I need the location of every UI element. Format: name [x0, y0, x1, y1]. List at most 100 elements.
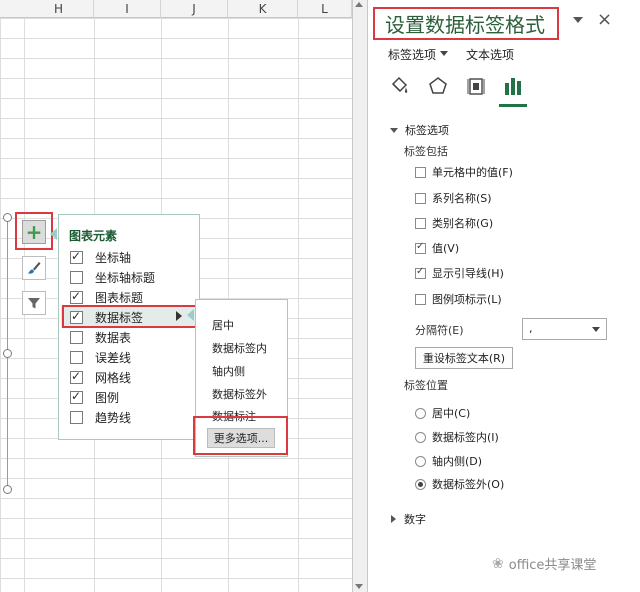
element-axis-titles[interactable]: 坐标轴标题 [70, 267, 155, 287]
radio-button[interactable] [415, 455, 426, 467]
checkbox[interactable] [70, 410, 83, 424]
checkbox[interactable] [415, 166, 426, 178]
radio-button[interactable] [415, 407, 426, 419]
checkbox[interactable] [70, 389, 83, 404]
submenu-item-outside-end[interactable]: 数据标签外 [212, 386, 267, 402]
element-legend[interactable]: 图例 [70, 387, 119, 407]
checkbox[interactable] [415, 192, 426, 204]
label-position-heading: 标签位置 [404, 379, 448, 392]
watermark: ❀ office共享课堂 [492, 554, 597, 574]
section-title: 数字 [404, 513, 426, 526]
element-label: 网格线 [95, 370, 132, 385]
submenu-item-inside-end[interactable]: 数据标签内 [212, 340, 267, 356]
pane-title: 设置数据标签格式 [373, 7, 559, 40]
element-label: 图表标题 [95, 290, 144, 305]
separator-value: , [529, 322, 533, 335]
submenu-item-center[interactable]: 居中 [212, 317, 234, 333]
watermark-text: office共享课堂 [508, 558, 597, 573]
size-properties-tab[interactable] [462, 72, 490, 100]
checkbox[interactable] [70, 330, 83, 344]
filter-icon [28, 298, 40, 309]
element-label: 误差线 [95, 350, 132, 365]
chevron-down-icon [390, 127, 398, 133]
submenu-item-inside-base[interactable]: 轴内侧 [212, 363, 245, 379]
checkbox[interactable] [415, 217, 426, 229]
resize-handle[interactable] [3, 349, 12, 358]
element-trendline[interactable]: 趋势线 [70, 407, 131, 427]
column-header-j[interactable]: J [161, 0, 228, 18]
checkbox[interactable] [415, 266, 426, 279]
highlight-box [193, 416, 288, 455]
checkbox[interactable] [70, 369, 83, 384]
checkbox[interactable] [415, 293, 426, 305]
check-value-from-cells[interactable]: 单元格中的值(F) [415, 164, 513, 180]
close-icon[interactable]: × [597, 9, 612, 30]
bar-chart-icon [505, 78, 521, 95]
tab-text-options[interactable]: 文本选项 [466, 46, 514, 63]
pentagon-icon [429, 77, 447, 94]
element-gridlines[interactable]: 网格线 [70, 367, 131, 387]
check-label: 显示引导线(H) [432, 267, 504, 280]
element-label: 坐标轴标题 [95, 270, 156, 285]
chevron-right-icon [391, 515, 396, 523]
radio-label: 数据标签外(O) [432, 478, 505, 491]
resize-handle[interactable] [3, 485, 12, 494]
pane-options-dropdown-icon[interactable] [573, 17, 583, 23]
section-label-options[interactable]: 标签选项 [390, 122, 449, 138]
chart-filters-button[interactable] [22, 291, 46, 315]
check-series-name[interactable]: 系列名称(S) [415, 190, 492, 206]
grid-line [298, 18, 299, 592]
vertical-scrollbar[interactable] [352, 0, 368, 592]
check-category-name[interactable]: 类别名称(G) [415, 215, 493, 231]
element-label: 坐标轴 [95, 250, 132, 265]
radio-inside-base[interactable]: 轴内侧(D) [415, 453, 482, 469]
check-value[interactable]: 值(V) [415, 240, 459, 256]
paintbrush-icon [28, 262, 41, 274]
checkbox[interactable] [415, 241, 426, 254]
check-label: 图例项标示(L) [432, 293, 502, 306]
checkbox[interactable] [70, 350, 83, 364]
active-tab-indicator [499, 104, 527, 107]
element-label: 图例 [95, 390, 120, 405]
check-leader-lines[interactable]: 显示引导线(H) [415, 265, 504, 281]
label-options-icon-tab[interactable] [499, 72, 527, 100]
chart-styles-button[interactable] [22, 256, 46, 280]
check-label: 类别名称(G) [432, 217, 494, 230]
radio-inside-end[interactable]: 数据标签内(I) [415, 429, 499, 445]
element-data-table[interactable]: 数据表 [70, 327, 131, 347]
radio-label: 居中(C) [432, 407, 471, 420]
checkbox[interactable] [70, 270, 83, 284]
section-number[interactable]: 数字 [391, 511, 426, 527]
tab-label-options[interactable]: 标签选项 [388, 46, 436, 63]
element-label: 趋势线 [95, 410, 132, 425]
check-label: 系列名称(S) [432, 192, 492, 205]
separator-dropdown[interactable]: , [522, 318, 607, 340]
scroll-down-icon[interactable] [355, 584, 363, 589]
fill-line-tab[interactable] [385, 72, 413, 100]
effects-tab[interactable] [424, 72, 452, 100]
label-contains-heading: 标签包括 [404, 145, 448, 158]
element-chart-title[interactable]: 图表标题 [70, 287, 143, 307]
checkbox[interactable] [70, 249, 83, 264]
check-legend-key[interactable]: 图例项标示(L) [415, 291, 502, 307]
column-header-h[interactable]: H [24, 0, 94, 18]
radio-center[interactable]: 居中(C) [415, 405, 470, 421]
checkbox[interactable] [70, 289, 83, 304]
flyout-title: 图表元素 [69, 229, 118, 243]
column-header-k[interactable]: K [228, 0, 298, 18]
radio-button[interactable] [415, 431, 426, 443]
element-error-bars[interactable]: 误差线 [70, 347, 131, 367]
radio-button[interactable] [415, 478, 426, 490]
scroll-up-icon[interactable] [355, 2, 363, 7]
radio-outside-end[interactable]: 数据标签外(O) [415, 476, 504, 492]
submenu-arrow-icon[interactable] [176, 311, 182, 321]
reset-label-text-button[interactable]: 重设标签文本(R) [415, 347, 513, 369]
check-label: 值(V) [432, 242, 460, 255]
separator-label: 分隔符(E) [415, 324, 464, 337]
column-header-l[interactable]: L [298, 0, 352, 18]
chevron-down-icon[interactable] [440, 51, 448, 56]
column-header-i[interactable]: I [94, 0, 161, 18]
element-axes[interactable]: 坐标轴 [70, 247, 131, 267]
check-label: 单元格中的值(F) [432, 166, 513, 179]
resize-handle[interactable] [3, 213, 12, 222]
